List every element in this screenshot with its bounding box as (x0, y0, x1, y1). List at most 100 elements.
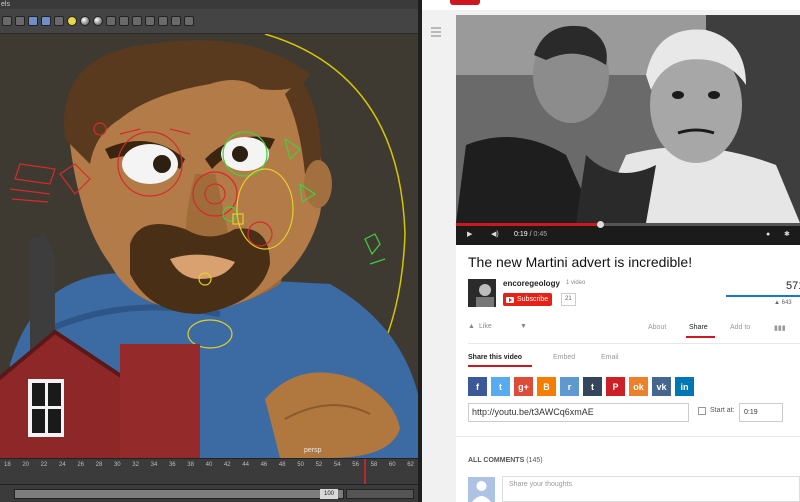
subscribe-button[interactable]: Subscribe (503, 293, 553, 306)
timeline-ticks: 18 20 22 24 26 28 30 32 34 36 38 40 42 44 46 48 50 52 54 56… (0, 462, 418, 471)
odnoklassniki-icon[interactable]: ok (629, 377, 648, 396)
tab-share[interactable]: Share (689, 324, 708, 331)
divider (468, 343, 800, 344)
timeline-tick: 18 (4, 462, 11, 468)
maya-menu-bar[interactable]: els (0, 0, 418, 9)
menu-icon[interactable] (431, 27, 441, 39)
tumblr-icon[interactable]: t (583, 377, 602, 396)
share-url-field[interactable]: http://youtu.be/t3AWCq6xmAE (468, 403, 689, 422)
timeline-tick: 58 (370, 462, 378, 468)
timeline-tick: 48 (278, 462, 286, 468)
timeline-tick: 20 (22, 462, 30, 468)
view-count: 571, (786, 280, 800, 292)
logo[interactable] (450, 0, 480, 5)
reddit-icon[interactable]: r (560, 377, 579, 396)
grease-pencil-icon[interactable] (158, 16, 168, 26)
share-tab-indicator (686, 336, 715, 338)
select-camera-icon[interactable] (15, 16, 25, 26)
range-slider-track[interactable] (14, 489, 344, 499)
start-at-time-field[interactable]: 0:19 (739, 403, 783, 422)
video-info-card: The new Martini advert is incredible! en… (456, 245, 800, 502)
film-gate-icon[interactable] (132, 16, 142, 26)
volume-icon[interactable]: ◀) (491, 229, 499, 241)
player-controls (456, 223, 800, 245)
embed-tab[interactable]: Embed (553, 354, 575, 361)
timeline-tick: 62 (407, 462, 414, 468)
character-render (0, 34, 418, 458)
timeline-tick: 38 (187, 462, 194, 468)
play-logo-icon (506, 296, 514, 303)
facebook-icon[interactable]: f (468, 377, 487, 396)
timeline-tick: 26 (77, 462, 84, 468)
like-label: Like (478, 323, 492, 330)
3d-viewport[interactable]: persp (0, 34, 418, 458)
range-slider[interactable]: 100 (0, 484, 418, 502)
dislike-button[interactable]: ▼ (520, 323, 527, 330)
shaded-sphere-icon[interactable] (80, 16, 90, 26)
comment-input[interactable]: Share your thoughts (502, 476, 800, 502)
share-subtab-indicator (468, 365, 532, 367)
thumbs-up-icon: ▲ (468, 323, 475, 330)
start-at-label: Start at: (710, 407, 735, 414)
grid-toggle-icon[interactable] (2, 16, 12, 26)
resolution-gate-icon[interactable] (119, 16, 129, 26)
start-at-checkbox[interactable] (698, 407, 706, 415)
tab-add-to[interactable]: Add to (730, 324, 750, 331)
timeline-tick: 56 (352, 462, 359, 468)
maya-window: els persp 18 20 22 24 26 28 30 32 34 36 … (0, 0, 418, 502)
blogger-icon[interactable]: B (537, 377, 556, 396)
channel-avatar[interactable] (468, 279, 496, 307)
video-title: The new Martini advert is incredible! (468, 254, 693, 270)
settings-gear-icon[interactable]: ✱ (784, 229, 790, 241)
google-plus-icon[interactable]: g+ (514, 377, 533, 396)
video-page: ▶ ◀) 0:19 / 0:45 ● ✱ The new Martini adv… (422, 0, 800, 502)
isolate-icon[interactable] (106, 16, 116, 26)
progress-bar[interactable] (456, 221, 800, 228)
tab-about[interactable]: About (648, 324, 666, 331)
timeline-tick: 42 (223, 462, 231, 468)
pinterest-icon[interactable]: P (606, 377, 625, 396)
time-separator: / (529, 231, 532, 238)
comments-heading: ALL COMMENTS (145) (468, 457, 543, 464)
channel-video-count: 1 video (566, 280, 586, 286)
share-video-tab[interactable]: Share this video (468, 354, 522, 361)
video-frame (456, 15, 800, 223)
thumbs-down-icon: ▼ (520, 323, 527, 330)
timeline-tick: 54 (333, 462, 341, 468)
time-slider[interactable]: 18 20 22 24 26 28 30 32 34 36 38 40 42 44 46 48 50 52 54 56… (0, 458, 418, 485)
timeline-tick: 28 (95, 462, 103, 468)
timeline-tick: 44 (242, 462, 249, 468)
timeline-tick: 52 (315, 462, 323, 468)
xray-sphere-icon[interactable] (93, 16, 103, 26)
range-end-field[interactable]: 100 (320, 489, 338, 499)
info-icon[interactable]: ● (766, 229, 770, 241)
camera-attributes-icon[interactable] (171, 16, 181, 26)
smooth-shade-icon[interactable] (41, 16, 51, 26)
likes-number: 643 (781, 300, 792, 306)
thumbs-up-small-icon: ▲ (774, 300, 780, 306)
stats-icon[interactable]: ▮▮▮ (774, 324, 786, 332)
wireframe-icon[interactable] (28, 16, 38, 26)
subscribe-label: Subscribe (517, 296, 549, 303)
current-frame-marker[interactable] (364, 459, 366, 485)
video-player[interactable]: ▶ ◀) 0:19 / 0:45 ● ✱ (456, 15, 800, 245)
playback-end-field[interactable] (346, 489, 414, 499)
comments-count: (145) (526, 457, 543, 464)
play-icon[interactable]: ▶ (467, 229, 472, 241)
safe-action-icon[interactable] (145, 16, 155, 26)
vk-icon[interactable]: vk (652, 377, 671, 396)
subscriber-count: 21 (561, 293, 576, 306)
channel-name[interactable]: encoregeology (503, 279, 560, 288)
timeline-tick: 34 (150, 462, 158, 468)
progress-fill (456, 223, 601, 226)
comments-label: ALL COMMENTS (468, 457, 525, 464)
email-tab[interactable]: Email (601, 354, 619, 361)
bookmark-icon[interactable] (184, 16, 194, 26)
like-button[interactable]: ▲ Like (468, 323, 492, 330)
linkedin-icon[interactable]: in (675, 377, 694, 396)
user-avatar (468, 477, 495, 502)
lights-icon[interactable] (67, 16, 77, 26)
likes-count: ▲ 643 (774, 300, 792, 306)
textured-icon[interactable] (54, 16, 64, 26)
twitter-icon[interactable]: t (491, 377, 510, 396)
